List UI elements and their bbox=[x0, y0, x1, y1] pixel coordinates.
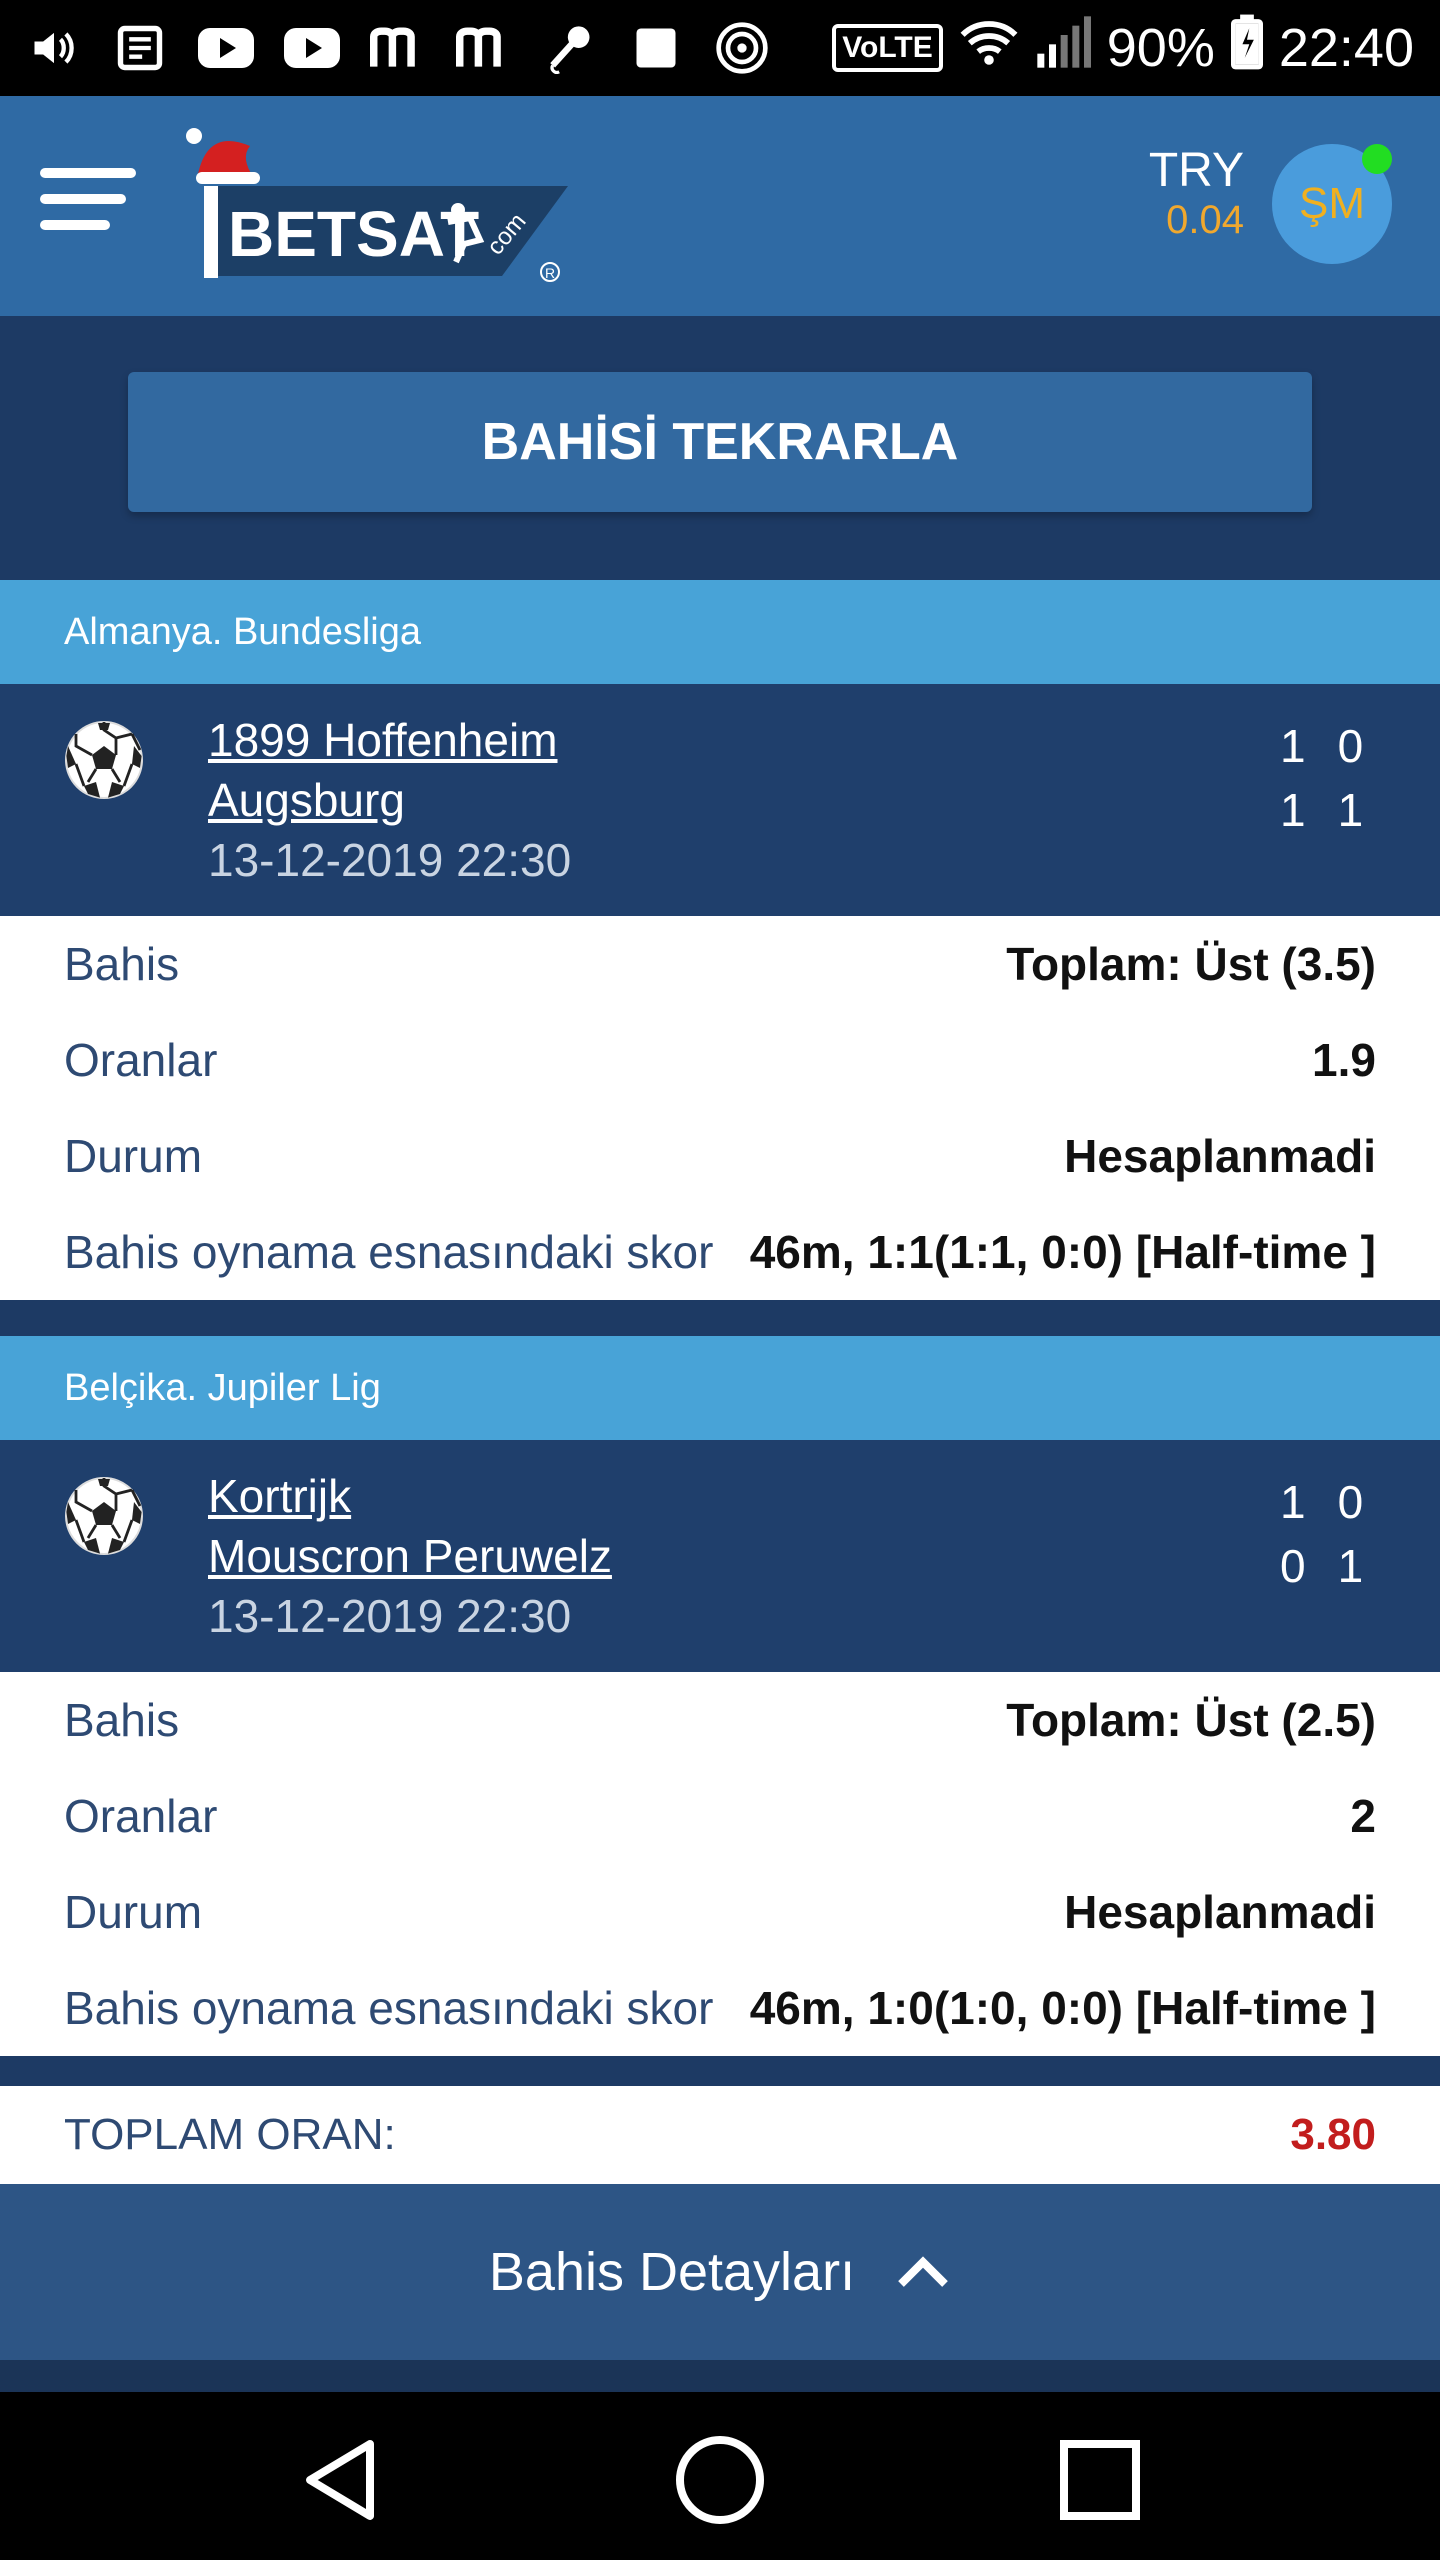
chevron-up-icon bbox=[898, 2256, 948, 2287]
match-teams: Kortrijk Mouscron Peruwelz 13-12-2019 22… bbox=[208, 1466, 612, 1646]
odds-row: Oranlar 1.9 bbox=[64, 1012, 1376, 1108]
total-odds-row: TOPLAM ORAN: 3.80 bbox=[0, 2086, 1440, 2184]
score-at-bet-value: 46m, 1:0(1:0, 0:0) [Half-time ] bbox=[749, 1982, 1376, 2034]
home-team-link[interactable]: Kortrijk bbox=[208, 1466, 612, 1526]
volte-badge: VoLTE bbox=[832, 24, 943, 72]
recent-apps-icon[interactable] bbox=[1052, 2432, 1148, 2528]
clock-time: 22:40 bbox=[1278, 18, 1414, 78]
soccer-ball-icon bbox=[65, 1477, 143, 1555]
bottom-strip bbox=[0, 2360, 1440, 2392]
odds-value: 1.9 bbox=[1312, 1034, 1376, 1086]
volume-icon bbox=[26, 20, 82, 76]
score-at-bet-row: Bahis oynama esnasındaki skor 46m, 1:1(1… bbox=[64, 1204, 1376, 1300]
odds-label: Oranlar bbox=[64, 1034, 218, 1086]
navigation-bar bbox=[0, 2392, 1440, 2560]
app-header: BETSAT com R TRY 0.04 ŞM bbox=[0, 96, 1440, 316]
square-icon bbox=[628, 20, 684, 76]
svg-text:R: R bbox=[545, 265, 555, 281]
status-row: Durum Hesaplanmadi bbox=[64, 1108, 1376, 1204]
balance-amount: 0.04 bbox=[1166, 198, 1244, 242]
battery-percent: 90% bbox=[1106, 18, 1215, 78]
bet-row: Bahis Toplam: Üst (3.5) bbox=[64, 916, 1376, 1012]
balance-display[interactable]: TRY 0.04 bbox=[1149, 144, 1244, 242]
hamburger-menu-icon[interactable] bbox=[40, 168, 136, 232]
bet-details-toggle[interactable]: Bahis Detayları bbox=[0, 2184, 1440, 2360]
score-cell: 1 bbox=[1337, 784, 1366, 836]
bet-details: Bahis Toplam: Üst (3.5) Oranlar 1.9 Duru… bbox=[0, 916, 1440, 1300]
score-at-bet-row: Bahis oynama esnasındaki skor 46m, 1:0(1… bbox=[64, 1960, 1376, 2056]
bet-details-label: Bahis Detayları bbox=[488, 2242, 856, 2302]
status-bar: VoLTE 90% 22:40 bbox=[0, 0, 1440, 96]
m-app-icon bbox=[370, 20, 426, 76]
match-card: Kortrijk Mouscron Peruwelz 13-12-2019 22… bbox=[0, 1440, 1440, 1672]
away-team-link[interactable]: Mouscron Peruwelz bbox=[208, 1526, 612, 1586]
odds-row: Oranlar 2 bbox=[64, 1768, 1376, 1864]
match-datetime: 13-12-2019 22:30 bbox=[208, 834, 572, 886]
score-cell: 1 bbox=[1280, 720, 1308, 772]
bet-value: Toplam: Üst (2.5) bbox=[1006, 1694, 1376, 1746]
youtube-icon bbox=[198, 20, 254, 76]
match-datetime: 13-12-2019 22:30 bbox=[208, 1590, 572, 1642]
battery-icon bbox=[1230, 14, 1263, 83]
soccer-ball-icon bbox=[65, 721, 143, 799]
svg-text:BETSAT: BETSAT bbox=[228, 198, 479, 270]
league-header: Almanya. Bundesliga bbox=[0, 580, 1440, 684]
bet-details: Bahis Toplam: Üst (2.5) Oranlar 2 Durum … bbox=[0, 1672, 1440, 2056]
microphone-icon bbox=[542, 20, 598, 76]
news-icon bbox=[112, 20, 168, 76]
score-cell: 1 bbox=[1280, 784, 1308, 836]
status-value: Hesaplanmadi bbox=[1064, 1130, 1376, 1182]
total-odds-value: 3.80 bbox=[1290, 2110, 1376, 2159]
status-label: Durum bbox=[64, 1886, 203, 1938]
score-cell: 0 bbox=[1280, 1540, 1308, 1592]
score-at-bet-label: Bahis oynama esnasındaki skor bbox=[64, 1982, 714, 2034]
bet-value: Toplam: Üst (3.5) bbox=[1006, 938, 1376, 990]
score-at-bet-value: 46m, 1:1(1:1, 0:0) [Half-time ] bbox=[749, 1226, 1376, 1278]
score-cell: 1 bbox=[1337, 1540, 1366, 1592]
youtube-icon bbox=[284, 20, 340, 76]
score-cell: 0 bbox=[1337, 720, 1366, 772]
odds-label: Oranlar bbox=[64, 1790, 218, 1842]
currency-code: TRY bbox=[1148, 144, 1244, 197]
match-scores: 10 01 bbox=[1280, 1470, 1365, 1598]
signal-icon bbox=[1035, 15, 1091, 81]
match-scores: 10 11 bbox=[1280, 714, 1365, 842]
status-row: Durum Hesaplanmadi bbox=[64, 1864, 1376, 1960]
league-header: Belçika. Jupiler Lig bbox=[0, 1336, 1440, 1440]
bet-label: Bahis bbox=[64, 1694, 180, 1746]
score-cell: 0 bbox=[1337, 1476, 1366, 1528]
away-team-link[interactable]: Augsburg bbox=[208, 770, 571, 830]
home-icon[interactable] bbox=[672, 2432, 768, 2528]
back-icon[interactable] bbox=[294, 2432, 390, 2528]
repeat-bet-button[interactable]: BAHİSİ TEKRARLA bbox=[128, 372, 1312, 512]
match-teams: 1899 Hoffenheim Augsburg 13-12-2019 22:3… bbox=[208, 710, 571, 890]
odds-value: 2 bbox=[1350, 1790, 1376, 1842]
status-label: Durum bbox=[64, 1130, 203, 1182]
score-cell: 1 bbox=[1280, 1476, 1308, 1528]
soccer-ball-icon bbox=[714, 20, 770, 76]
bet-row: Bahis Toplam: Üst (2.5) bbox=[64, 1672, 1376, 1768]
bet-label: Bahis bbox=[64, 938, 180, 990]
wifi-icon bbox=[959, 17, 1019, 79]
total-odds-label: TOPLAM ORAN: bbox=[64, 2110, 396, 2159]
m-app-icon bbox=[456, 20, 512, 76]
status-value: Hesaplanmadi bbox=[1064, 1886, 1376, 1938]
score-at-bet-label: Bahis oynama esnasındaki skor bbox=[64, 1226, 714, 1278]
betsat-logo[interactable]: BETSAT com R bbox=[180, 122, 580, 282]
home-team-link[interactable]: 1899 Hoffenheim bbox=[208, 710, 571, 770]
online-status-dot bbox=[1362, 144, 1392, 174]
match-card: 1899 Hoffenheim Augsburg 13-12-2019 22:3… bbox=[0, 684, 1440, 916]
